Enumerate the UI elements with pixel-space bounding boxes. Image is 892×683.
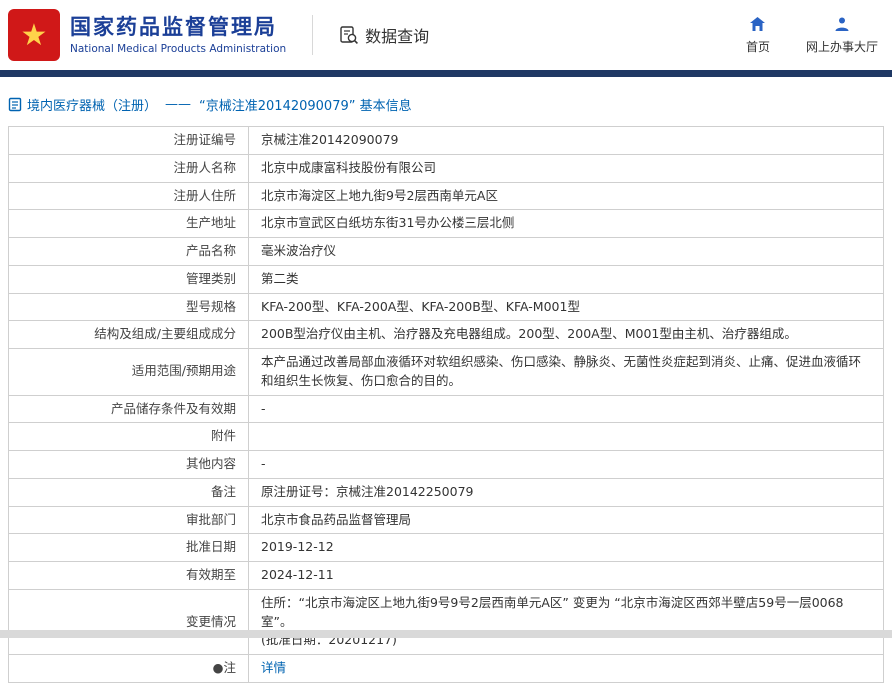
row-label: 注册人名称: [9, 155, 249, 182]
row-value: 第二类: [249, 266, 883, 293]
row-label: 产品储存条件及有效期: [9, 396, 249, 423]
nav-home-label: 首页: [746, 38, 770, 55]
row-label: 型号规格: [9, 294, 249, 321]
detail-link[interactable]: 详情: [261, 659, 286, 678]
breadcrumb-current: “京械注准20142090079” 基本信息: [199, 95, 412, 114]
row-label: 适用范围/预期用途: [9, 349, 249, 395]
row-value: 住所：“北京市海淀区上地九街9号9号2层西南单元A区” 变更为 “北京市海淀区西…: [249, 590, 883, 654]
site-subtitle: National Medical Products Administration: [70, 43, 286, 55]
document-icon: [8, 97, 22, 112]
data-query-label: 数据查询: [365, 23, 429, 47]
table-row: 批准日期2019-12-12: [9, 534, 883, 562]
breadcrumb-category[interactable]: 境内医疗器械（注册）: [27, 95, 157, 114]
row-value: 原注册证号：京械注准20142250079: [249, 479, 883, 506]
page-header: ★ 国家药品监督管理局 National Medical Products Ad…: [0, 0, 892, 70]
row-value: 2024-12-11: [249, 562, 883, 589]
table-row: 附件: [9, 423, 883, 451]
row-value: 北京市宣武区白纸坊东街31号办公楼三层北侧: [249, 210, 883, 237]
breadcrumb: 境内医疗器械（注册） —— “京械注准20142090079” 基本信息: [0, 77, 892, 124]
row-label: 生产地址: [9, 210, 249, 237]
table-row: 管理类别第二类: [9, 266, 883, 294]
row-value: 200B型治疗仪由主机、治疗器及充电器组成。200型、200A型、M001型由主…: [249, 321, 883, 348]
row-value: [249, 423, 883, 450]
row-label: 注册人住所: [9, 183, 249, 210]
table-row: 有效期至2024-12-11: [9, 562, 883, 590]
row-label: 有效期至: [9, 562, 249, 589]
row-label: 结构及组成/主要组成成分: [9, 321, 249, 348]
row-value: 京械注准20142090079: [249, 127, 883, 154]
table-row: 注册人住所北京市海淀区上地九街9号2层西南单元A区: [9, 183, 883, 211]
breadcrumb-separator: ——: [165, 97, 191, 112]
row-label: 批准日期: [9, 534, 249, 561]
table-row: 产品储存条件及有效期-: [9, 396, 883, 424]
table-row: 变更情况住所：“北京市海淀区上地九街9号9号2层西南单元A区” 变更为 “北京市…: [9, 590, 883, 655]
info-table: 注册证编号京械注准20142090079注册人名称北京中成康富科技股份有限公司注…: [8, 126, 884, 683]
row-label: 管理类别: [9, 266, 249, 293]
table-row: 审批部门北京市食品药品监督管理局: [9, 507, 883, 535]
table-row: 注册人名称北京中成康富科技股份有限公司: [9, 155, 883, 183]
footer-strip: [0, 630, 892, 638]
row-label: 产品名称: [9, 238, 249, 265]
top-navy-bar: [0, 70, 892, 77]
row-label: 备注: [9, 479, 249, 506]
brand-block: 国家药品监督管理局 National Medical Products Admi…: [70, 15, 286, 55]
row-label: 附件: [9, 423, 249, 450]
table-row: ●注详情: [9, 655, 883, 683]
table-row: 生产地址北京市宣武区白纸坊东街31号办公楼三层北侧: [9, 210, 883, 238]
home-icon: [749, 16, 766, 34]
data-query-icon: [339, 25, 359, 45]
nav-service-hall-label: 网上办事大厅: [806, 38, 878, 55]
nav-service-hall[interactable]: 网上办事大厅: [806, 16, 878, 55]
row-value: 2019-12-12: [249, 534, 883, 561]
row-value: 毫米波治疗仪: [249, 238, 883, 265]
national-emblem-logo: ★: [8, 9, 60, 61]
row-label: ●注: [9, 655, 249, 682]
row-value: -: [249, 396, 883, 423]
table-row: 产品名称毫米波治疗仪: [9, 238, 883, 266]
row-value: -: [249, 451, 883, 478]
table-row: 型号规格KFA-200型、KFA-200A型、KFA-200B型、KFA-M00…: [9, 294, 883, 322]
data-query-section[interactable]: 数据查询: [339, 23, 429, 47]
row-value: 本产品通过改善局部血液循环对软组织感染、伤口感染、静脉炎、无菌性炎症起到消炎、止…: [249, 349, 883, 395]
row-value: 详情: [249, 655, 883, 682]
row-value: 北京市海淀区上地九街9号2层西南单元A区: [249, 183, 883, 210]
nav-home[interactable]: 首页: [746, 16, 770, 55]
table-row: 注册证编号京械注准20142090079: [9, 127, 883, 155]
table-row: 备注原注册证号：京械注准20142250079: [9, 479, 883, 507]
table-row: 其他内容-: [9, 451, 883, 479]
user-icon: [834, 16, 850, 34]
row-value: 北京市食品药品监督管理局: [249, 507, 883, 534]
row-label: 注册证编号: [9, 127, 249, 154]
row-label: 变更情况: [9, 590, 249, 654]
table-row: 适用范围/预期用途本产品通过改善局部血液循环对软组织感染、伤口感染、静脉炎、无菌…: [9, 349, 883, 396]
table-row: 结构及组成/主要组成成分200B型治疗仪由主机、治疗器及充电器组成。200型、2…: [9, 321, 883, 349]
row-value: 北京中成康富科技股份有限公司: [249, 155, 883, 182]
row-label: 审批部门: [9, 507, 249, 534]
site-title: 国家药品监督管理局: [70, 15, 286, 40]
header-divider: [312, 15, 313, 55]
row-value: KFA-200型、KFA-200A型、KFA-200B型、KFA-M001型: [249, 294, 883, 321]
row-label: 其他内容: [9, 451, 249, 478]
